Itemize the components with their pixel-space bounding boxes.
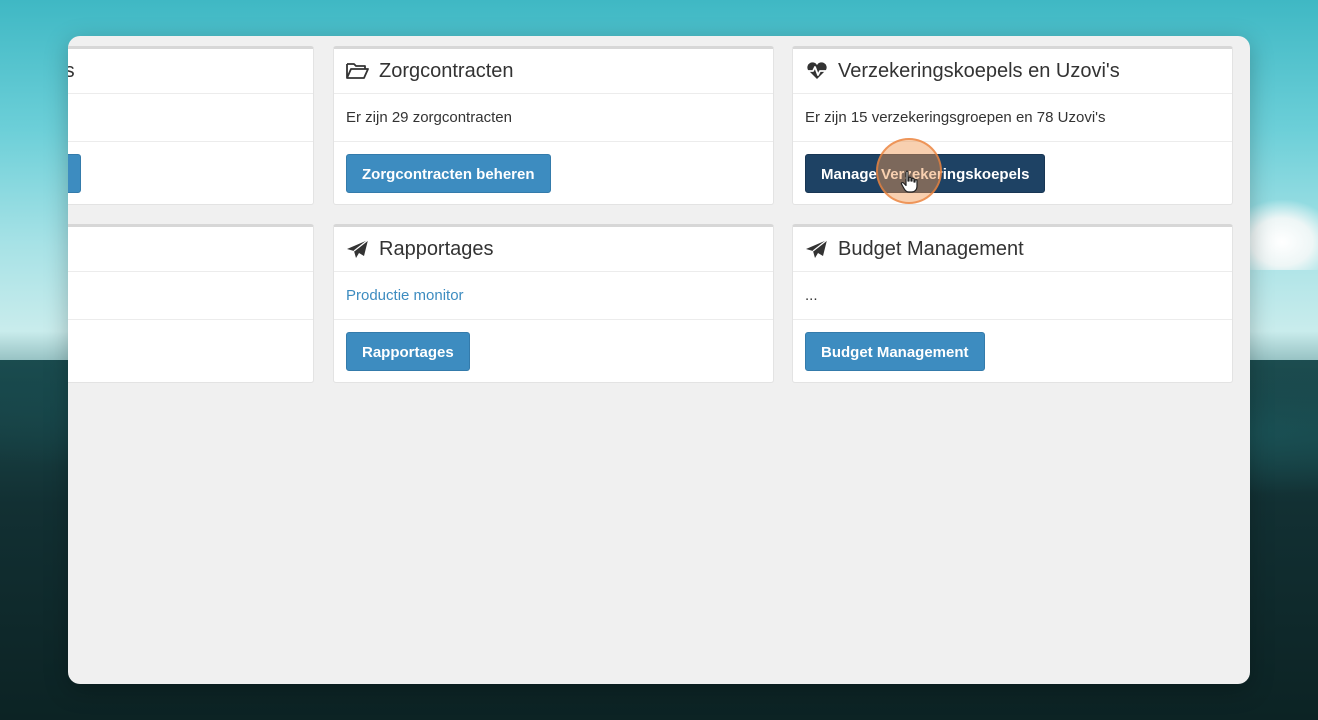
panel-budget-management: Budget Management ... Budget Management: [792, 224, 1233, 383]
app-window: ols ts Zorgcontracten Er zijn 29 zorgcon…: [68, 36, 1250, 684]
panel-rapportages: Rapportages Productie monitor Rapportage…: [333, 224, 774, 383]
panel-title-fragment: ols: [68, 59, 75, 82]
heartbeat-icon: [805, 61, 829, 81]
panel-body: [68, 272, 313, 320]
panel-body: Productie monitor: [334, 272, 773, 320]
panel-description: Er zijn 29 zorgcontracten: [346, 109, 512, 126]
productie-monitor-link[interactable]: Productie monitor: [346, 287, 464, 304]
panel-body: Er zijn 29 zorgcontracten: [334, 94, 773, 142]
panel-verzekeringskoepels: Verzekeringskoepels en Uzovi's Er zijn 1…: [792, 46, 1233, 205]
panel-title: Budget Management: [838, 237, 1024, 260]
panel-body: ...: [793, 272, 1232, 320]
paper-plane-icon: [805, 239, 829, 259]
hand-cursor-icon: [900, 170, 920, 194]
panel-description: Er zijn 15 verzekeringsgroepen en 78 Uzo…: [805, 109, 1106, 126]
panel-footer: Zorgcontracten beheren: [334, 142, 773, 204]
panel-footer: [68, 320, 313, 382]
zorgcontracten-beheren-button[interactable]: Zorgcontracten beheren: [346, 153, 551, 193]
panel-footer: ts: [68, 142, 313, 204]
rapportages-button[interactable]: Rapportages: [346, 331, 470, 371]
panel-body: Er zijn 15 verzekeringsgroepen en 78 Uzo…: [793, 94, 1232, 142]
panel-partial-top: ols ts: [68, 46, 314, 205]
folder-open-icon: [346, 61, 370, 81]
panel-title: Verzekeringskoepels en Uzovi's: [838, 59, 1120, 82]
panel-header: Verzekeringskoepels en Uzovi's: [793, 49, 1232, 94]
panel-footer: Manage Verzekeringskoepels: [793, 142, 1232, 204]
panel-body: [68, 94, 313, 142]
budget-management-button[interactable]: Budget Management: [805, 331, 985, 371]
panel-title: Zorgcontracten: [379, 59, 514, 82]
panel-header: Rapportages: [334, 227, 773, 272]
panel-zorgcontracten: Zorgcontracten Er zijn 29 zorgcontracten…: [333, 46, 774, 205]
panel-header: [68, 227, 313, 272]
panel-header: Zorgcontracten: [334, 49, 773, 94]
panel-partial-bottom: [68, 224, 314, 383]
panel-footer: Budget Management: [793, 320, 1232, 382]
partial-button[interactable]: ts: [68, 153, 82, 193]
panel-title: Rapportages: [379, 237, 494, 260]
panel-header: Budget Management: [793, 227, 1232, 272]
panel-description: ...: [805, 287, 818, 304]
paper-plane-icon: [346, 239, 370, 259]
panel-footer: Rapportages: [334, 320, 773, 382]
panel-header: ols: [68, 49, 313, 94]
